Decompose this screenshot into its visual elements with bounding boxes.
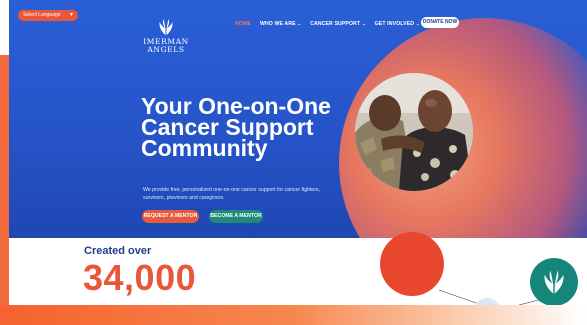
request-mentor-button[interactable]: REQUEST A MENTOR bbox=[142, 210, 199, 223]
website-screenshot: Select Language ▼ IMERMAN ANGELS HOME WH… bbox=[9, 0, 587, 305]
angel-wings-icon bbox=[544, 270, 564, 294]
angel-wings-icon bbox=[159, 19, 173, 35]
nav-item-who-we-are[interactable]: WHO WE ARE ⌄ bbox=[260, 21, 301, 27]
chevron-down-icon: ▼ bbox=[69, 12, 74, 18]
embrace-illustration bbox=[355, 73, 473, 191]
brand-name-line2: ANGELS bbox=[147, 45, 185, 54]
hero-photo-embrace bbox=[355, 73, 473, 191]
teal-logo-badge bbox=[530, 258, 578, 305]
language-select-label: Select Language bbox=[23, 12, 61, 18]
nav-item-home[interactable]: HOME bbox=[235, 21, 251, 27]
nav-item-label: CANCER SUPPORT bbox=[310, 21, 361, 27]
decorative-orange-bar-bottom bbox=[0, 305, 587, 325]
hero-headline: Your One-on-One Cancer Support Community bbox=[141, 93, 331, 161]
nav-item-cancer-support[interactable]: CANCER SUPPORT ⌄ bbox=[310, 21, 366, 27]
nav-item-label: HOME bbox=[235, 21, 251, 27]
hero-section: Select Language ▼ IMERMAN ANGELS HOME WH… bbox=[9, 0, 587, 238]
hero-subtext: We provide free, personalized one-on-one… bbox=[143, 187, 320, 201]
main-nav: HOME WHO WE ARE ⌄ CANCER SUPPORT ⌄ GET INV… bbox=[235, 21, 420, 27]
chevron-down-icon: ⌄ bbox=[297, 21, 302, 26]
nav-item-label: GET INVOLVED bbox=[374, 21, 415, 27]
become-mentor-button[interactable]: BECOME A MENTOR bbox=[209, 210, 263, 223]
decorative-orange-bar-left bbox=[0, 55, 9, 305]
nav-item-label: WHO WE ARE bbox=[259, 21, 296, 27]
nav-item-get-involved[interactable]: GET INVOLVED ⌄ bbox=[375, 21, 420, 27]
site-logo[interactable]: IMERMAN ANGELS bbox=[142, 18, 190, 54]
chevron-down-icon: ⌄ bbox=[362, 21, 366, 26]
chevron-down-icon: ⌄ bbox=[416, 21, 420, 26]
stats-section: Created over 34,000 bbox=[9, 232, 587, 305]
language-select[interactable]: Select Language ▼ bbox=[18, 10, 78, 21]
decorative-orange-circle bbox=[380, 232, 444, 296]
connector-lines bbox=[438, 289, 555, 305]
donate-now-button[interactable]: DONATE NOW bbox=[421, 17, 459, 28]
